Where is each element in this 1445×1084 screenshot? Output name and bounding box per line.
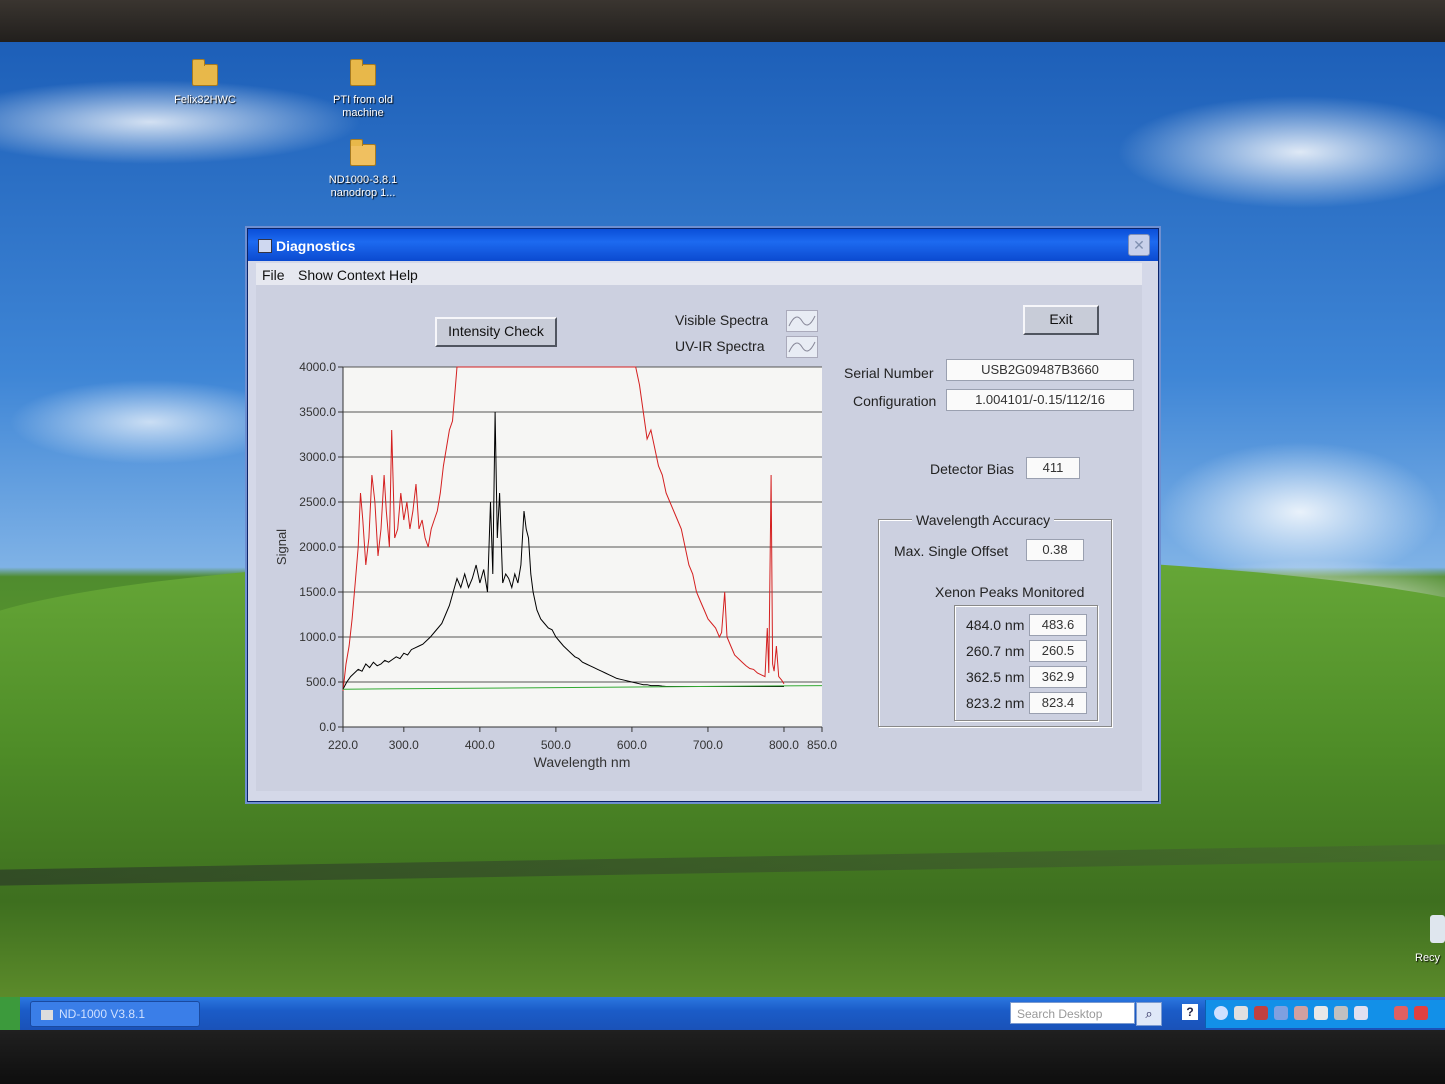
folder-icon [192, 59, 218, 86]
tray-alert-icon[interactable] [1394, 1006, 1408, 1020]
folder-icon [350, 59, 376, 86]
peak-value: 823.4 [1029, 692, 1087, 714]
close-button[interactable]: ✕ [1128, 234, 1150, 256]
desktop-icon-label: PTI from old machine [333, 94, 393, 119]
window-titlebar[interactable]: Diagnostics ✕ [248, 229, 1158, 261]
exit-button[interactable]: Exit [1023, 305, 1099, 335]
serial-number-label: Serial Number [844, 365, 934, 381]
search-desktop-input[interactable]: Search Desktop [1010, 1002, 1135, 1024]
intensity-check-button[interactable]: Intensity Check [435, 317, 557, 347]
tray-shield-icon[interactable] [1414, 1006, 1428, 1020]
y-tick-label: 1500.0 [299, 585, 336, 599]
peak-value: 260.5 [1029, 640, 1087, 662]
tray-io-icon[interactable] [1354, 1006, 1368, 1020]
detector-bias-field: 411 [1026, 457, 1080, 479]
detector-bias-label: Detector Bias [930, 461, 1015, 477]
y-tick-label: 3500.0 [299, 405, 336, 419]
peak-value: 483.6 [1029, 614, 1087, 636]
desktop-icon-nd1000[interactable]: ND1000-3.8.1 nanodrop 1... [308, 139, 418, 200]
intensity-check-label: Intensity Check [448, 323, 544, 339]
serial-number-field: USB2G09487B3660 [946, 359, 1134, 381]
desktop-icon-pti[interactable]: PTI from old machine [308, 59, 418, 120]
wave-icon [788, 315, 816, 327]
desktop-icon-label: ND1000-3.8.1 nanodrop 1... [328, 174, 398, 199]
help-icon[interactable]: ? [1182, 1004, 1198, 1020]
menu-show-context-help[interactable]: Show Context Help [298, 267, 418, 283]
window-title: Diagnostics [276, 238, 356, 254]
legend-visible-label: Visible Spectra [675, 312, 769, 328]
recycle-bin-icon[interactable] [1430, 915, 1445, 943]
search-icon[interactable]: ⌕ [1136, 1002, 1162, 1026]
x-tick-label: 500.0 [541, 738, 571, 752]
y-tick-label: 500.0 [306, 675, 336, 689]
tray-security-icon[interactable] [1254, 1006, 1268, 1020]
zip-folder-icon [350, 139, 376, 166]
back-arrow-icon[interactable] [1214, 1006, 1228, 1020]
tray-app-icon[interactable] [1234, 1006, 1248, 1020]
taskbar: ND-1000 V3.8.1 Search Desktop ⌕ ? [0, 997, 1445, 1030]
menu-file[interactable]: File [262, 267, 285, 283]
peak-label: 823.2 nm [966, 695, 1025, 711]
max-offset-label: Max. Single Offset [894, 543, 1009, 559]
x-tick-label: 600.0 [617, 738, 647, 752]
y-tick-label: 1000.0 [299, 630, 336, 644]
x-axis-label: Wavelength nm [534, 754, 631, 770]
recycle-bin-label: Recy [1415, 952, 1441, 964]
desktop-icon-felix[interactable]: Felix32HWC [150, 59, 260, 107]
y-tick-label: 3000.0 [299, 450, 336, 464]
app-icon [258, 239, 272, 253]
taskbar-item-nd1000[interactable]: ND-1000 V3.8.1 [30, 1001, 200, 1027]
tray-update-icon[interactable] [1294, 1006, 1308, 1020]
x-tick-label: 700.0 [693, 738, 723, 752]
y-tick-label: 2500.0 [299, 495, 336, 509]
max-offset-field: 0.38 [1026, 539, 1084, 561]
monitor-bezel-bottom [0, 1030, 1445, 1084]
taskbar-item-label: ND-1000 V3.8.1 [59, 1007, 146, 1021]
y-tick-label: 4000.0 [299, 360, 336, 374]
x-tick-label: 850.0 [807, 738, 837, 752]
start-button[interactable] [0, 997, 20, 1030]
x-tick-label: 220.0 [328, 738, 358, 752]
window-client: Intensity Check Visible Spectra UV-IR Sp… [256, 285, 1142, 791]
y-axis-label: Signal [274, 529, 289, 565]
menubar: File Show Context Help [256, 263, 1142, 285]
x-tick-label: 400.0 [465, 738, 495, 752]
system-tray [1205, 1000, 1445, 1028]
wavelength-accuracy-title: Wavelength Accuracy [912, 512, 1055, 528]
y-tick-label: 2000.0 [299, 540, 336, 554]
configuration-label: Configuration [853, 393, 937, 409]
diagnostics-window: Diagnostics ✕ File Show Context Help Int… [247, 228, 1159, 802]
legend-visible-swatch[interactable] [786, 310, 818, 332]
tray-monitor-icon[interactable] [1334, 1006, 1348, 1020]
tray-device-icon[interactable] [1314, 1006, 1328, 1020]
desktop-icon-label: Felix32HWC [174, 94, 236, 106]
tray-network-icon[interactable] [1274, 1006, 1288, 1020]
configuration-field: 1.004101/-0.15/112/16 [946, 389, 1134, 411]
xenon-peaks-title: Xenon Peaks Monitored [935, 584, 1085, 600]
spectra-chart: 0.0 500.0 1000.0 1500.0 2000.0 2500.0 3000.0 35… [274, 360, 837, 770]
y-tick-label: 0.0 [319, 720, 336, 734]
peak-label: 260.7 nm [966, 643, 1025, 659]
peak-label: 362.5 nm [966, 669, 1025, 685]
app-icon [41, 1009, 53, 1020]
x-tick-label: 300.0 [389, 738, 419, 752]
peak-label: 484.0 nm [966, 617, 1025, 633]
peak-value: 362.9 [1029, 666, 1087, 688]
x-tick-label: 800.0 [769, 738, 799, 752]
exit-label: Exit [1049, 311, 1073, 327]
